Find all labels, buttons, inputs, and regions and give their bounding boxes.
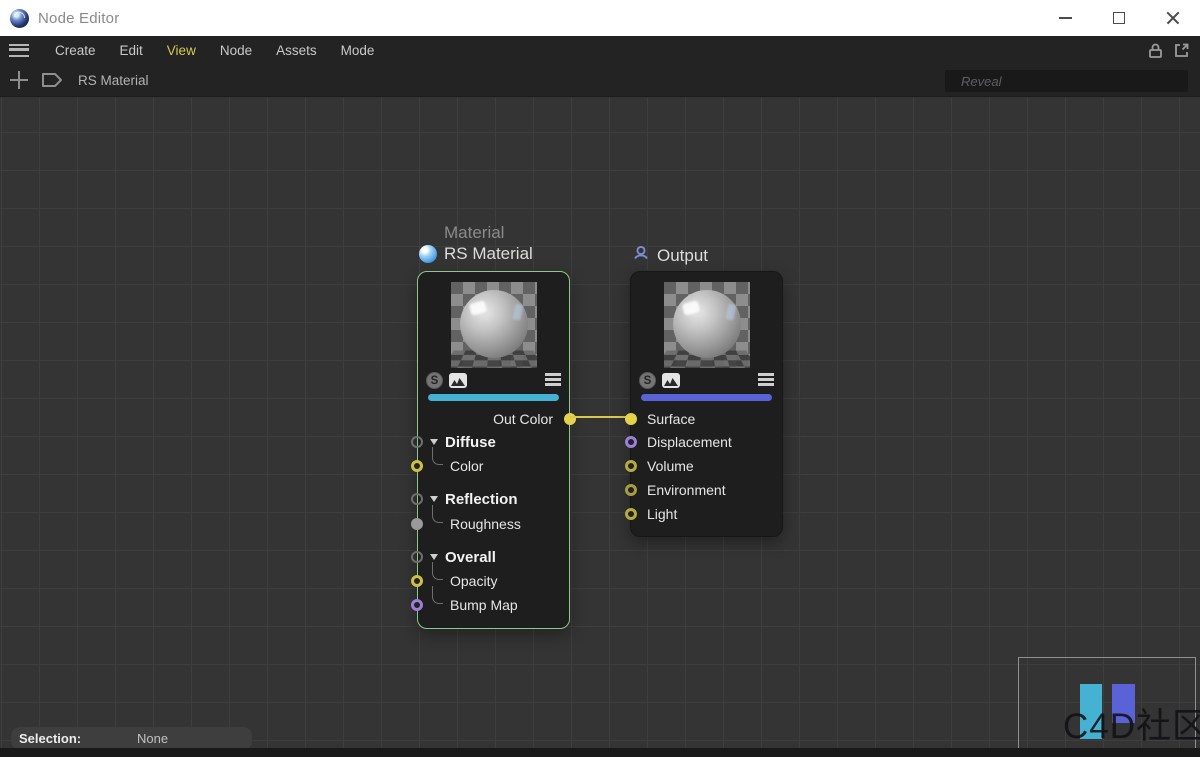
minimize-button[interactable] bbox=[1038, 0, 1092, 36]
window-controls bbox=[1038, 0, 1200, 36]
minimize-icon bbox=[1059, 17, 1072, 19]
material-context-label: Material bbox=[444, 223, 504, 243]
selection-label: Selection: bbox=[19, 731, 81, 746]
material-preview-thumbnail[interactable] bbox=[451, 282, 537, 368]
reflection-port[interactable] bbox=[411, 493, 423, 505]
collapse-triangle-icon[interactable] bbox=[430, 554, 438, 560]
port-row-light[interactable]: Light bbox=[631, 504, 782, 524]
maximize-button[interactable] bbox=[1092, 0, 1146, 36]
diffuse-label: Diffuse bbox=[445, 434, 496, 451]
output-node-icon-row: S bbox=[631, 372, 782, 390]
menu-bar: Create Edit View Node Assets Mode bbox=[0, 36, 1200, 64]
output-title-text: Output bbox=[657, 246, 708, 266]
opacity-label: Opacity bbox=[450, 573, 497, 589]
tree-connector bbox=[432, 447, 443, 465]
overall-port[interactable] bbox=[411, 551, 423, 563]
watermark-text: C4D社区 bbox=[1063, 698, 1200, 749]
preview-sphere bbox=[673, 290, 741, 358]
displacement-label: Displacement bbox=[647, 434, 732, 450]
menu-mode[interactable]: Mode bbox=[329, 43, 387, 58]
menu-node[interactable]: Node bbox=[208, 43, 264, 58]
material-node-icon-row: S bbox=[418, 372, 569, 390]
preview-sphere bbox=[460, 290, 528, 358]
volume-label: Volume bbox=[647, 458, 694, 474]
menu-edit[interactable]: Edit bbox=[108, 43, 155, 58]
light-label: Light bbox=[647, 506, 677, 522]
node-menu-icon[interactable] bbox=[545, 373, 561, 386]
environment-port[interactable] bbox=[625, 484, 637, 496]
maximize-icon bbox=[1113, 12, 1125, 24]
menu-assets[interactable]: Assets bbox=[264, 43, 329, 58]
connection-wire-outcolor-surface[interactable] bbox=[570, 416, 630, 418]
close-button[interactable] bbox=[1146, 0, 1200, 36]
rs-material-title-text: RS Material bbox=[444, 244, 533, 264]
port-row-surface[interactable]: Surface bbox=[631, 409, 782, 429]
solo-icon[interactable]: S bbox=[639, 372, 656, 389]
port-row-bump-map[interactable]: Bump Map bbox=[418, 595, 569, 615]
tree-connector bbox=[432, 505, 443, 523]
output-color-bar bbox=[641, 394, 772, 401]
light-port[interactable] bbox=[625, 508, 637, 520]
material-color-bar bbox=[428, 394, 559, 401]
material-tag-icon[interactable] bbox=[40, 70, 64, 90]
preview-image-icon[interactable] bbox=[449, 373, 467, 388]
out-color-port[interactable] bbox=[564, 413, 576, 425]
color-port[interactable] bbox=[411, 460, 423, 472]
out-color-label: Out Color bbox=[493, 411, 553, 427]
collapse-triangle-icon[interactable] bbox=[430, 439, 438, 445]
port-row-color[interactable]: Color bbox=[418, 456, 569, 476]
port-row-displacement[interactable]: Displacement bbox=[631, 432, 782, 452]
add-node-icon[interactable] bbox=[10, 71, 28, 89]
collapse-triangle-icon[interactable] bbox=[430, 496, 438, 502]
color-label: Color bbox=[450, 458, 483, 474]
hamburger-menu-icon[interactable] bbox=[9, 44, 29, 57]
node-editor-window: Node Editor Create Edit View Node Assets… bbox=[0, 0, 1200, 757]
rs-material-node[interactable]: S Out Color Diffuse Color bbox=[417, 271, 570, 629]
cinema4d-logo-icon bbox=[10, 9, 29, 28]
bump-map-port[interactable] bbox=[411, 599, 423, 611]
port-row-volume[interactable]: Volume bbox=[631, 456, 782, 476]
output-preview-thumbnail[interactable] bbox=[664, 282, 750, 368]
surface-label: Surface bbox=[647, 411, 695, 427]
menu-view[interactable]: View bbox=[155, 43, 208, 58]
close-icon bbox=[1166, 11, 1180, 25]
breadcrumb[interactable]: RS Material bbox=[78, 73, 149, 88]
displacement-port[interactable] bbox=[625, 436, 637, 448]
preview-image-icon[interactable] bbox=[662, 373, 680, 388]
bump-map-label: Bump Map bbox=[450, 597, 518, 613]
title-bar: Node Editor bbox=[0, 0, 1200, 36]
port-row-environment[interactable]: Environment bbox=[631, 480, 782, 500]
menubar-right bbox=[1146, 41, 1200, 59]
roughness-port[interactable] bbox=[411, 518, 423, 530]
window-title: Node Editor bbox=[38, 10, 119, 27]
selection-status: Selection: None bbox=[11, 727, 252, 750]
node-menu-icon[interactable] bbox=[758, 373, 774, 386]
output-node[interactable]: S Surface Displacement Volume bbox=[630, 271, 783, 537]
opacity-port[interactable] bbox=[411, 575, 423, 587]
environment-label: Environment bbox=[647, 482, 726, 498]
lock-icon[interactable] bbox=[1146, 41, 1164, 59]
open-external-icon[interactable] bbox=[1172, 41, 1190, 59]
output-node-title[interactable]: Output bbox=[632, 244, 708, 267]
material-sphere-icon bbox=[419, 245, 437, 263]
roughness-label: Roughness bbox=[450, 516, 521, 532]
tree-connector bbox=[432, 586, 443, 604]
selection-value: None bbox=[137, 731, 168, 746]
canvas-bottom-edge bbox=[0, 748, 1200, 757]
breadcrumb-toolbar: RS Material bbox=[0, 64, 1200, 97]
menu-create[interactable]: Create bbox=[43, 43, 108, 58]
tree-connector bbox=[432, 562, 443, 580]
port-row-roughness[interactable]: Roughness bbox=[418, 514, 569, 534]
solo-icon[interactable]: S bbox=[426, 372, 443, 389]
port-row-out-color: Out Color bbox=[418, 409, 569, 429]
diffuse-port[interactable] bbox=[411, 436, 423, 448]
overall-label: Overall bbox=[445, 549, 496, 566]
reveal-search-input[interactable] bbox=[945, 70, 1188, 92]
surface-port[interactable] bbox=[625, 413, 637, 425]
node-graph-canvas[interactable]: Material RS Material Output S bbox=[0, 97, 1200, 757]
reflection-label: Reflection bbox=[445, 491, 518, 508]
rs-material-node-title[interactable]: RS Material bbox=[419, 244, 533, 264]
volume-port[interactable] bbox=[625, 460, 637, 472]
output-node-icon bbox=[632, 244, 650, 267]
